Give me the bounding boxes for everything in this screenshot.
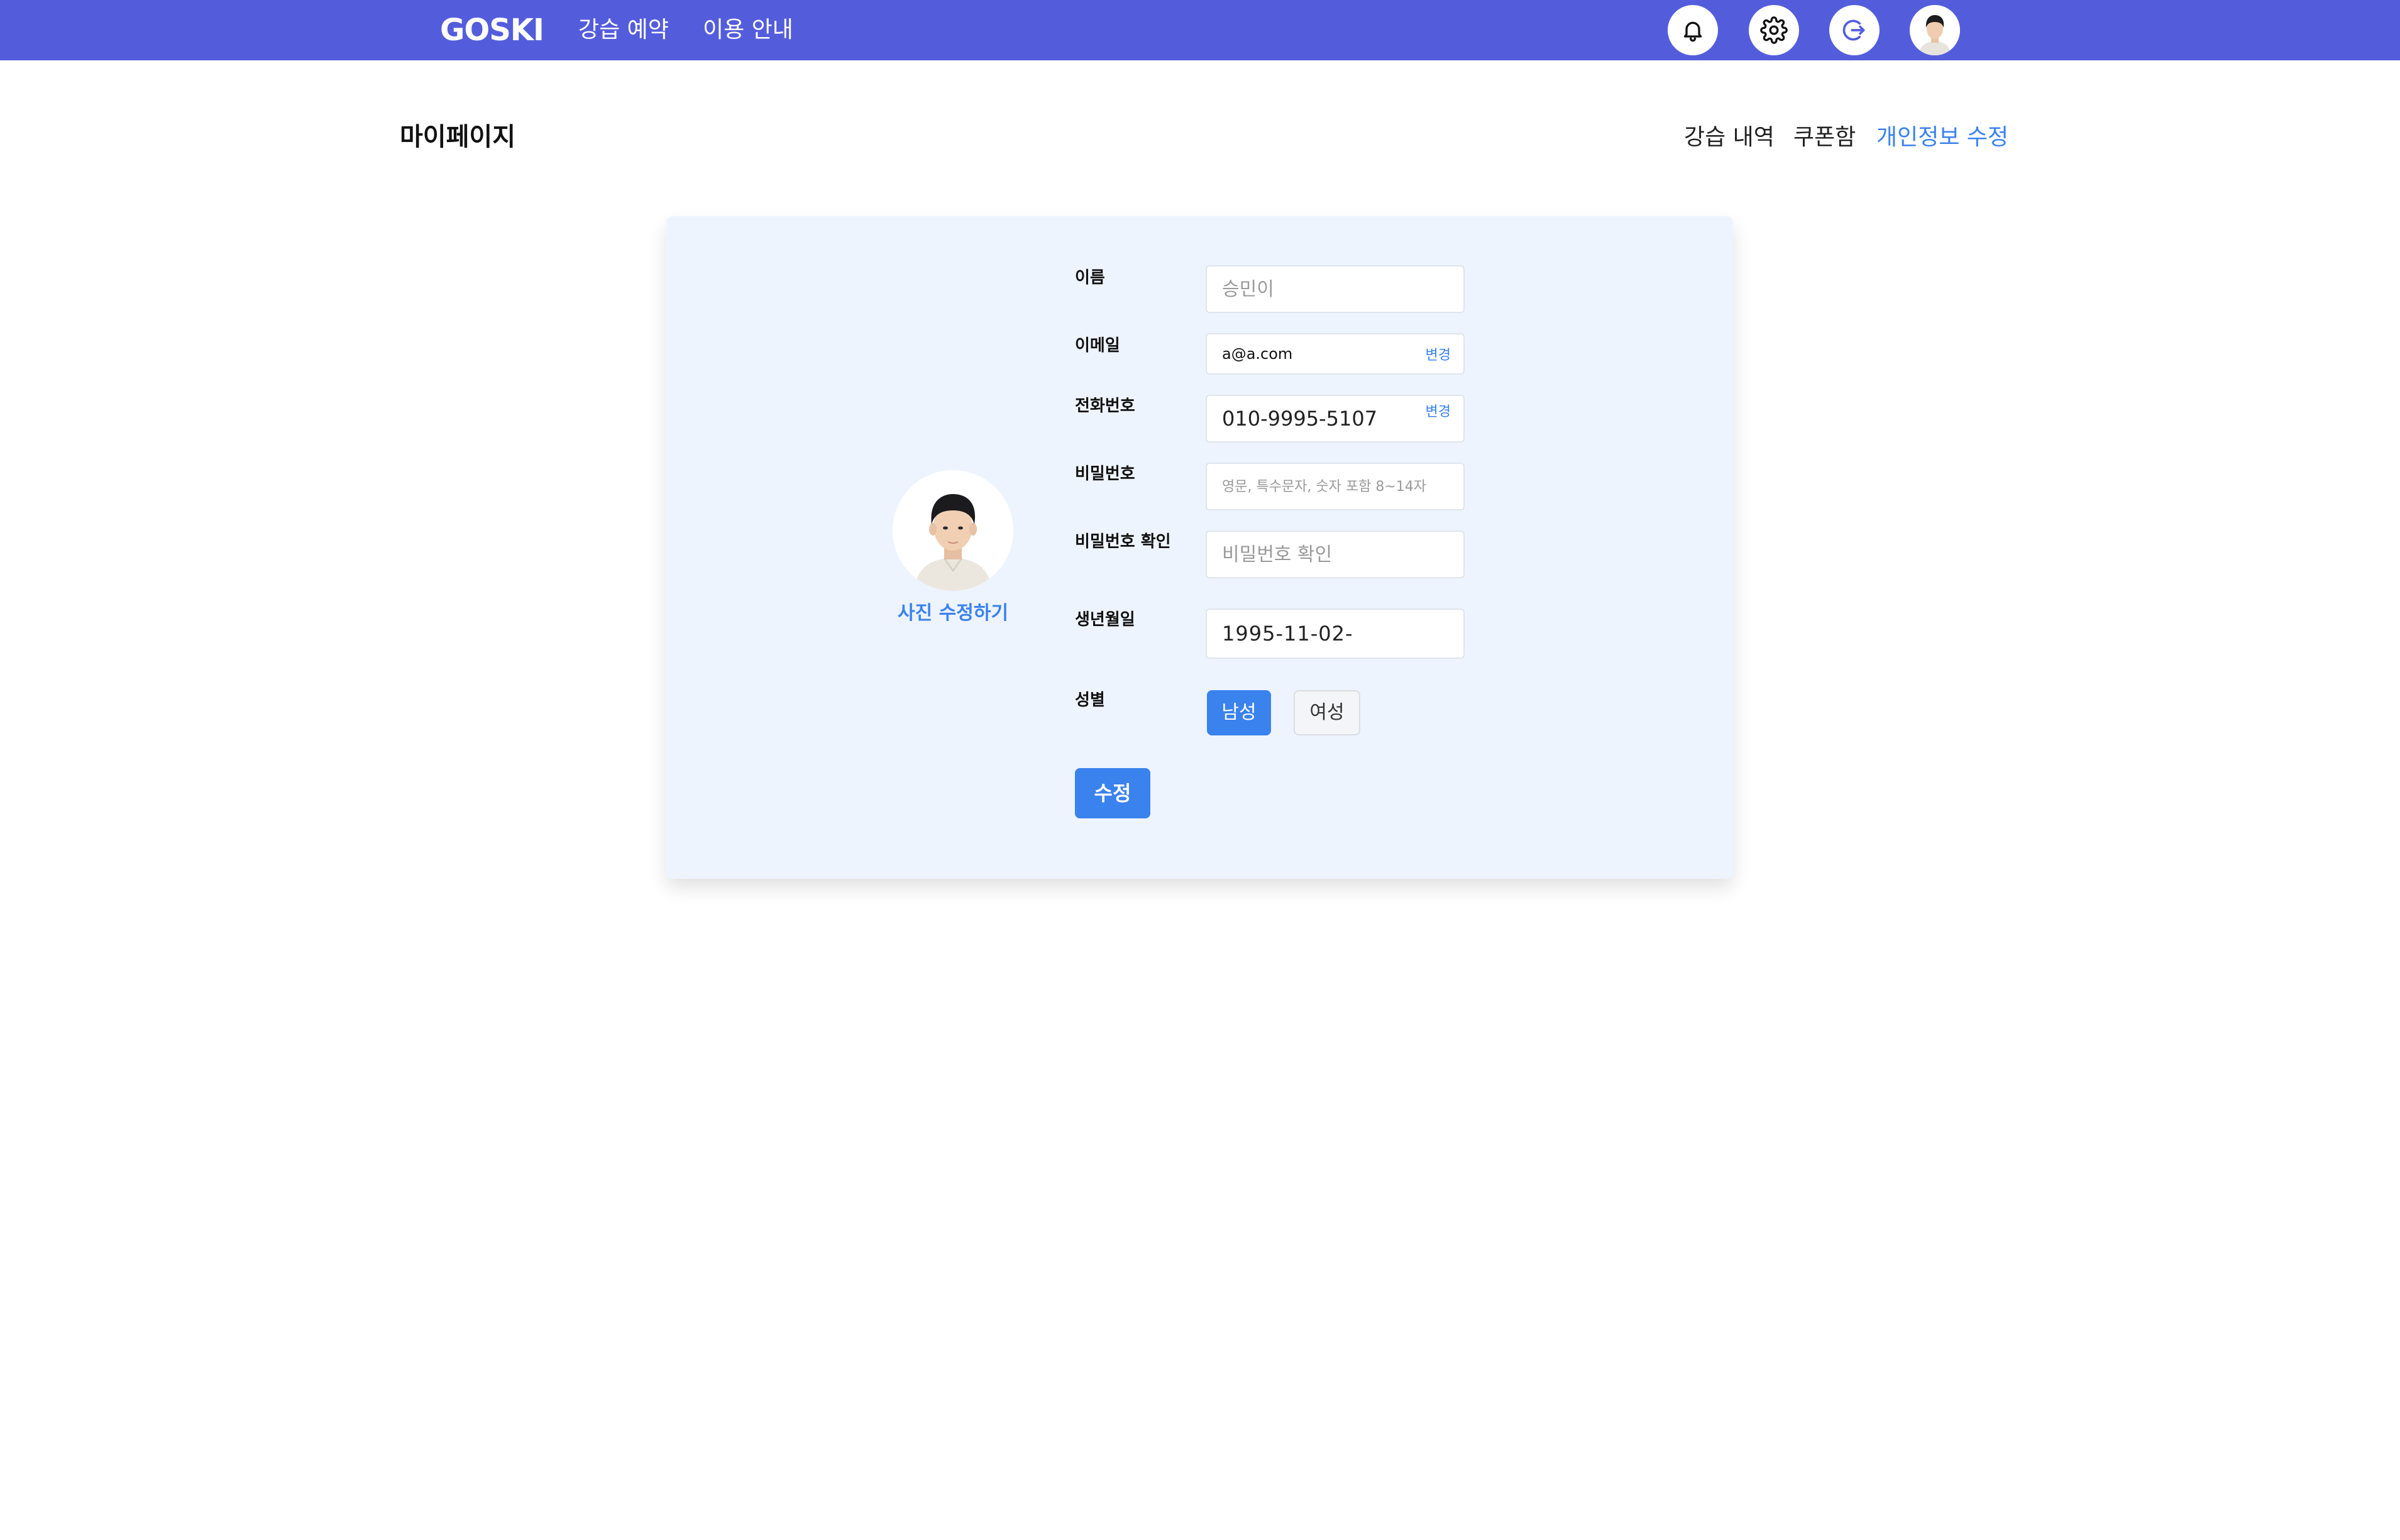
logout-icon — [1842, 19, 1865, 41]
birth-field-box — [1206, 608, 1465, 659]
notification-button[interactable] — [1668, 5, 1718, 55]
tab-coupon-box[interactable]: 쿠폰함 — [1793, 121, 1856, 155]
profile-photo — [893, 470, 1013, 591]
email-field-box: 변경 — [1206, 333, 1465, 375]
birth-input[interactable] — [1207, 610, 1463, 657]
top-nav-bar: GOSKI 강습 예약 이용 안내 — [0, 0, 2400, 60]
phone-label: 전화번호 — [1075, 397, 1135, 415]
avatar — [1910, 5, 1960, 55]
logout-button[interactable] — [1829, 5, 1880, 55]
nav-lesson-reservation[interactable]: 강습 예약 — [578, 13, 669, 48]
bell-icon — [1683, 21, 1702, 42]
user-avatar-button[interactable] — [1910, 5, 1960, 55]
gender-female-button[interactable]: 여성 — [1294, 690, 1360, 735]
phone-field-box: 변경 — [1206, 395, 1465, 443]
name-field-box — [1206, 265, 1465, 313]
name-input[interactable] — [1207, 267, 1463, 312]
logo[interactable]: GOSKI — [440, 11, 544, 49]
tab-edit-profile[interactable]: 개인정보 수정 — [1876, 121, 2008, 155]
gender-label: 성별 — [1075, 691, 1105, 710]
profile-photo-image — [893, 470, 1013, 591]
change-email-button[interactable]: 변경 — [1426, 344, 1451, 364]
birth-label: 생년월일 — [1075, 610, 1135, 629]
password-confirm-input[interactable] — [1207, 532, 1463, 577]
profile-edit-card: 사진 수정하기 이름 이메일 변경 전화번호 변경 비밀번호 비밀번호 확인 생… — [666, 216, 1733, 879]
edit-photo-button[interactable]: 사진 수정하기 — [898, 597, 1008, 625]
password-label: 비밀번호 — [1075, 465, 1135, 483]
password-confirm-label: 비밀번호 확인 — [1075, 532, 1171, 551]
settings-button[interactable] — [1749, 5, 1799, 55]
gear-icon — [1760, 16, 1788, 44]
password-input[interactable] — [1207, 464, 1463, 509]
nav-usage-guide[interactable]: 이용 안내 — [703, 13, 793, 48]
submit-button[interactable]: 수정 — [1075, 768, 1150, 818]
email-label: 이메일 — [1075, 336, 1120, 355]
gender-male-button[interactable]: 남성 — [1207, 690, 1271, 735]
change-phone-button[interactable]: 변경 — [1426, 400, 1451, 421]
page-title: 마이페이지 — [400, 123, 515, 151]
tab-lesson-history[interactable]: 강습 내역 — [1684, 121, 1775, 155]
password-field-box — [1206, 463, 1465, 510]
name-label: 이름 — [1075, 268, 1105, 287]
password-confirm-field-box — [1206, 531, 1465, 578]
